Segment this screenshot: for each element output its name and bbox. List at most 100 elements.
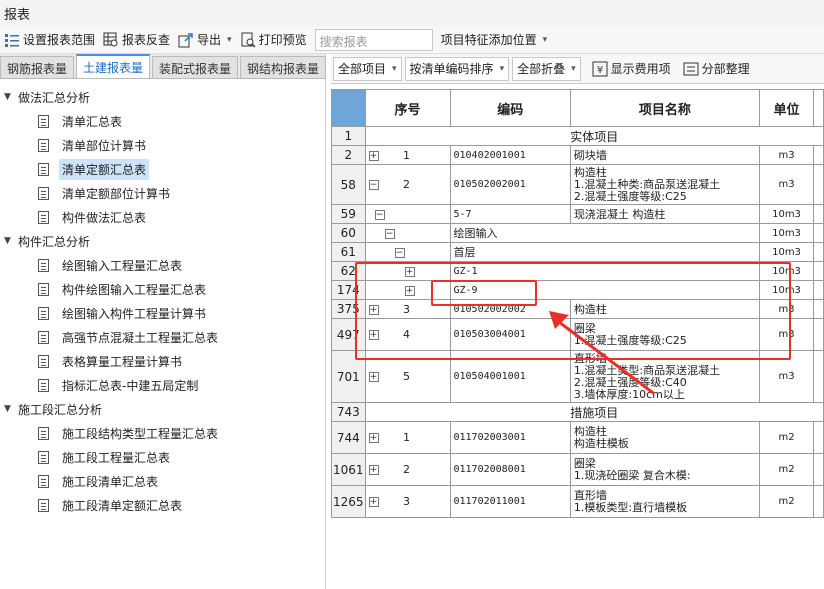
seq-value: 5 xyxy=(403,370,411,383)
tree-group[interactable]: ▼ 做法汇总分析 xyxy=(0,85,325,109)
code-cell: 011702003001 xyxy=(449,421,571,454)
tab-prefab-report[interactable]: 装配式报表量 xyxy=(152,56,239,78)
chevron-down-icon: ▾ xyxy=(542,34,548,45)
all-items-dropdown[interactable]: 全部项目 ▾ xyxy=(333,56,402,81)
document-icon xyxy=(38,114,49,128)
seq-cell: −2 xyxy=(364,164,451,205)
tree-item[interactable]: 清单部位计算书 xyxy=(0,133,325,157)
sort-dropdown[interactable]: 按清单编码排序 ▾ xyxy=(404,56,510,81)
partition-button[interactable]: 分部整理 xyxy=(679,57,754,81)
table-row[interactable]: 59− 5-7 现浇混凝土 构造柱 10m3 xyxy=(331,204,824,224)
expand-plus-icon[interactable]: + xyxy=(368,465,379,475)
tree-item[interactable]: 清单汇总表 xyxy=(0,109,325,133)
collapse-dropdown[interactable]: 全部折叠 ▾ xyxy=(512,56,581,81)
table-header-row: 序号 编码 项目名称 单位 xyxy=(331,89,824,127)
header-code[interactable]: 编码 xyxy=(449,89,571,127)
tree-group[interactable]: ▼ 施工段汇总分析 xyxy=(0,397,325,421)
header-name[interactable]: 项目名称 xyxy=(569,89,760,127)
tree-item-label: 清单汇总表 xyxy=(62,114,123,129)
expand-arrow-icon[interactable]: ▼ xyxy=(4,236,18,246)
row-number[interactable]: 1061 xyxy=(331,453,366,486)
yen-icon: ¥ xyxy=(592,61,608,77)
seq-value: 1 xyxy=(403,431,411,444)
set-range-button[interactable]: 设置报表范围 xyxy=(0,28,99,52)
section-header: 措施项目 xyxy=(364,402,824,422)
row-number[interactable]: 1265 xyxy=(331,485,366,518)
tree-item[interactable]: 清单定额汇总表 xyxy=(0,157,325,181)
tab-civil-report[interactable]: 土建报表量 xyxy=(76,54,151,78)
row-number[interactable]: 744 xyxy=(331,421,366,454)
annotation-arrow-head xyxy=(549,311,569,329)
tree-item[interactable]: 表格算量工程量计算书 xyxy=(0,349,325,373)
row-number[interactable]: 59 xyxy=(331,204,366,224)
table-row[interactable]: 58−2 010502002001 构造柱 1.混凝土种类:商品泵送混凝土 2.混凝… xyxy=(331,164,824,205)
unit-cell: m3 xyxy=(758,164,815,205)
expand-plus-icon[interactable]: + xyxy=(368,497,379,507)
print-preview-button[interactable]: 打印预览 xyxy=(236,28,311,52)
tree-item[interactable]: 构件做法汇总表 xyxy=(0,205,325,229)
row-number[interactable]: 58 xyxy=(331,164,366,205)
tree-item[interactable]: 施工段清单汇总表 xyxy=(0,469,325,493)
tab-rebar-report[interactable]: 钢筋报表量 xyxy=(0,56,75,78)
seq-cell: − xyxy=(364,242,451,262)
table-row[interactable]: 1265 +3 011702011001 直形墙 1.模板类型:直行墙模板 m2 xyxy=(331,485,824,518)
collapse-minus-icon[interactable]: − xyxy=(394,247,405,258)
row-number[interactable]: 2 xyxy=(331,145,366,165)
header-corner[interactable] xyxy=(331,89,366,127)
tree-group[interactable]: ▼ 构件汇总分析 xyxy=(0,229,325,253)
table-row[interactable]: 1061 +2 011702008001 圈梁 1.现浇砼圈梁 复合木模: m2 xyxy=(331,453,824,486)
window-title: 报表 xyxy=(0,0,824,26)
row-number[interactable]: 61 xyxy=(331,242,366,262)
table-row[interactable]: 1 实体项目 xyxy=(331,126,824,146)
document-icon xyxy=(38,330,49,344)
collapse-minus-icon[interactable]: − xyxy=(384,228,395,239)
header-seq[interactable]: 序号 xyxy=(364,89,451,127)
report-check-button[interactable]: 报表反查 xyxy=(99,28,174,52)
header-unit[interactable]: 单位 xyxy=(758,89,815,127)
unit-cell: 10m3 xyxy=(758,204,815,224)
table-row[interactable]: 2 +1 010402001001 砌块墙 m3 xyxy=(331,145,824,165)
extra-cell xyxy=(813,242,824,262)
expand-arrow-icon[interactable]: ▼ xyxy=(4,92,18,102)
tree-item[interactable]: 清单定额部位计算书 xyxy=(0,181,325,205)
name-cell: 构造柱 1.混凝土种类:商品泵送混凝土 2.混凝土强度等级:C25 xyxy=(569,164,760,205)
table-row[interactable]: 60 − 绘图输入 10m3 xyxy=(331,223,824,243)
table-row[interactable]: 743 措施项目 xyxy=(331,402,824,422)
tab-steel-report[interactable]: 钢结构报表量 xyxy=(240,56,327,78)
unit-cell: m2 xyxy=(758,485,815,518)
seq-value: 1 xyxy=(403,148,411,162)
expand-plus-icon[interactable]: + xyxy=(368,433,379,443)
collapse-minus-icon[interactable]: − xyxy=(374,209,385,220)
tree-item[interactable]: 高强节点混凝土工程量汇总表 xyxy=(0,325,325,349)
table-row[interactable]: 744 +1 011702003001 构造柱 构造柱模板 m2 xyxy=(331,421,824,454)
expand-plus-icon[interactable]: + xyxy=(368,372,379,382)
feature-position-dropdown[interactable]: 项目特征添加位置 ▾ xyxy=(437,28,552,52)
name-cell: 构造柱 构造柱模板 xyxy=(569,421,760,454)
report-tree: ▼ 做法汇总分析清单汇总表清单部位计算书 清单定额汇总表 清单定额部位计算书 构件做法汇… xyxy=(0,79,325,517)
tree-group-label: 施工段汇总分析 xyxy=(18,402,103,417)
code-cell: 010402001001 xyxy=(449,145,571,165)
name-cell: 现浇混凝土 构造柱 xyxy=(569,204,760,224)
code-cell: 011702008001 xyxy=(449,453,571,486)
extra-cell xyxy=(813,453,824,486)
table-row[interactable]: 61 − 首层 10m3 xyxy=(331,242,824,262)
collapse-minus-icon[interactable]: − xyxy=(368,180,379,190)
row-number[interactable]: 743 xyxy=(331,402,366,422)
row-number[interactable]: 1 xyxy=(331,126,366,146)
tree-item[interactable]: 绘图输入工程量汇总表 xyxy=(0,253,325,277)
tree-item[interactable]: 施工段结构类型工程量汇总表 xyxy=(0,421,325,445)
seq-cell: − xyxy=(364,223,451,243)
expand-arrow-icon[interactable]: ▼ xyxy=(4,404,18,414)
row-number[interactable]: 60 xyxy=(331,223,366,243)
export-button[interactable]: 导出 ▾ xyxy=(174,28,236,52)
document-icon xyxy=(38,426,49,440)
search-report-input[interactable]: 搜索报表 xyxy=(314,28,433,51)
expand-plus-icon[interactable]: + xyxy=(368,150,379,161)
tree-item[interactable]: 指标汇总表-中建五局定制 xyxy=(0,373,325,397)
tree-item[interactable]: 绘图输入构件工程量计算书 xyxy=(0,301,325,325)
extra-cell xyxy=(813,261,824,281)
tree-item[interactable]: 施工段清单定额汇总表 xyxy=(0,493,325,517)
tree-item[interactable]: 施工段工程量汇总表 xyxy=(0,445,325,469)
show-fee-button[interactable]: ¥ 显示费用项 xyxy=(588,57,675,81)
tree-item[interactable]: 构件绘图输入工程量汇总表 xyxy=(0,277,325,301)
